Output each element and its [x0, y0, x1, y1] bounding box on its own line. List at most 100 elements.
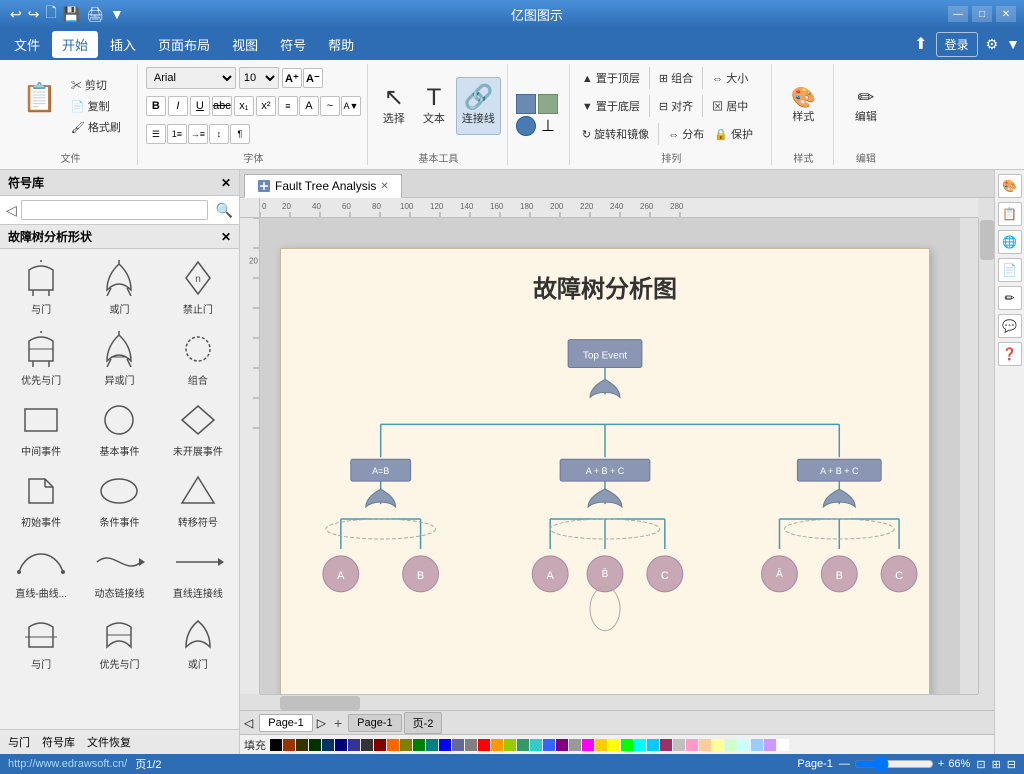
color-sea-green[interactable] [517, 739, 529, 751]
shape-initial-event[interactable]: 初始事件 [4, 466, 78, 533]
canvas-wrapper[interactable]: 0 20 40 60 80 100 120 140 [240, 198, 994, 710]
shape-circle-button[interactable] [516, 116, 536, 136]
shape-rect-button[interactable] [516, 94, 536, 114]
paragraph-button[interactable]: ¶ [230, 124, 250, 144]
color-pale-green[interactable] [725, 739, 737, 751]
color-indigo[interactable] [348, 739, 360, 751]
paste-button[interactable]: 📋 [16, 75, 63, 119]
font-size-select[interactable]: 10 [239, 67, 279, 89]
color-dark-red[interactable] [283, 739, 295, 751]
color-medium-blue[interactable] [452, 739, 464, 751]
color-lime[interactable] [504, 739, 516, 751]
menu-file[interactable]: 文件 [4, 31, 50, 58]
number-list-button[interactable]: 1≡ [167, 124, 187, 144]
text-tool-button[interactable]: T 文本 [416, 77, 452, 135]
color-light-blue[interactable] [751, 739, 763, 751]
text-color-button[interactable]: A [299, 96, 319, 116]
color-silver[interactable] [673, 739, 685, 751]
back-icon[interactable]: ◁ [6, 202, 17, 219]
font-family-select[interactable]: Arial [146, 67, 236, 89]
view-mode-icon[interactable]: ⊞ [992, 758, 1001, 771]
search-icon[interactable]: 🔍 [216, 202, 233, 219]
shape-priority-and2[interactable]: 优先与门 [82, 608, 156, 675]
page-tab-nav-left[interactable]: ◁ [244, 716, 253, 730]
color-orange[interactable] [387, 739, 399, 751]
save-icon[interactable]: 💾 [61, 6, 82, 23]
search-input[interactable] [21, 200, 208, 220]
shape-and-gate[interactable]: 与门 [4, 253, 78, 320]
color-peach[interactable] [699, 739, 711, 751]
color-red[interactable] [478, 739, 490, 751]
shape-basic-event[interactable]: 基本事件 [82, 395, 156, 462]
close-button[interactable]: ✕ [996, 6, 1016, 22]
copy-button[interactable]: 📄 复制 [67, 96, 125, 116]
color-cyan[interactable] [530, 739, 542, 751]
page-tab-label-1[interactable]: Page-1 [348, 714, 401, 732]
bold-button[interactable]: B [146, 96, 166, 116]
color-royal-blue[interactable] [543, 739, 555, 751]
color-yellow[interactable] [595, 739, 607, 751]
print-icon[interactable]: 🖨 [84, 6, 106, 23]
color-amber[interactable] [491, 739, 503, 751]
connect-tool-button[interactable]: 🔗 连接线 [456, 77, 501, 135]
bullet-list-button[interactable]: ☰ [146, 124, 166, 144]
group-button[interactable]: ⊞ 组合 [655, 68, 697, 88]
rotate-button[interactable]: ↻ 旋转和镜像 [578, 124, 653, 144]
horizontal-scrollbar[interactable] [260, 694, 978, 710]
underline-button[interactable]: U [190, 96, 210, 116]
color-bright-green[interactable] [621, 739, 633, 751]
page-tab-2[interactable]: 页-2 [404, 712, 443, 734]
color-pale-yellow[interactable] [712, 739, 724, 751]
panel-web-button[interactable]: 🌐 [998, 230, 1022, 254]
send-to-back-button[interactable]: ▼ 置于底层 [578, 96, 644, 116]
sidebar-close-icon[interactable]: ✕ [221, 176, 231, 190]
menu-help[interactable]: 帮助 [318, 31, 364, 58]
more-menu-icon[interactable]: ▼ [1006, 36, 1020, 52]
protect-button[interactable]: 🔒 保护 [710, 124, 757, 144]
color-bright-yellow[interactable] [608, 739, 620, 751]
color-magenta[interactable] [582, 739, 594, 751]
align-button[interactable]: ⊟ 对齐 [655, 96, 697, 116]
shape-undeveloped-event[interactable]: 未开展事件 [161, 395, 235, 462]
shape-and-gate2[interactable]: 与门 [4, 608, 78, 675]
menu-home[interactable]: 开始 [52, 31, 98, 58]
panel-chat-button[interactable]: 💬 [998, 314, 1022, 338]
color-maroon[interactable] [374, 739, 386, 751]
superscript-button[interactable]: x² [256, 96, 276, 116]
status-url[interactable]: http://www.edrawsoft.cn/ [8, 758, 127, 770]
shape-xor-gate[interactable]: 异或门 [82, 324, 156, 391]
share-icon[interactable]: ⬆ [914, 34, 927, 54]
highlight-button[interactable]: ~ [320, 96, 340, 116]
color-pink[interactable] [686, 739, 698, 751]
shape-other-button[interactable]: ⊥ [538, 116, 558, 136]
color-lavender[interactable] [764, 739, 776, 751]
new-icon[interactable]: 🗋 [43, 2, 58, 26]
color-white[interactable] [777, 739, 789, 751]
select-tool-button[interactable]: ↖ 选择 [376, 77, 412, 135]
settings-icon[interactable]: ⚙ [986, 36, 999, 53]
minimize-button[interactable]: — [948, 6, 968, 22]
edit-button[interactable]: ✏ 编辑 [848, 77, 884, 135]
canvas[interactable]: 故障树分析图 [260, 218, 960, 694]
color-bright-cyan[interactable] [634, 739, 646, 751]
maximize-button[interactable]: □ [972, 6, 992, 22]
color-olive[interactable] [400, 739, 412, 751]
color-black[interactable] [270, 739, 282, 751]
shape-dynamic-link[interactable]: 动态链接线 [82, 537, 156, 604]
zoom-slider[interactable] [854, 756, 934, 772]
login-button[interactable]: 登录 [936, 32, 978, 57]
zoom-in-icon[interactable]: + [938, 758, 944, 770]
page-tab-nav-right[interactable]: ▷ [317, 716, 326, 730]
shape-combination[interactable]: 组合 [161, 324, 235, 391]
color-dark-teal[interactable] [322, 739, 334, 751]
color-dark-green[interactable] [309, 739, 321, 751]
italic-button[interactable]: I [168, 96, 188, 116]
undo-icon[interactable]: ↩ [8, 6, 24, 23]
color-gray[interactable] [465, 739, 477, 751]
panel-edit-button[interactable]: ✏ [998, 286, 1022, 310]
color-purple[interactable] [556, 739, 568, 751]
doc-tab-close-icon[interactable]: ✕ [380, 181, 388, 192]
shape-or-gate[interactable]: 或门 [82, 253, 156, 320]
doc-tab-fault-tree[interactable]: Fault Tree Analysis ✕ [244, 174, 402, 198]
format-painter-button[interactable]: 🖌 格式刷 [67, 117, 125, 137]
